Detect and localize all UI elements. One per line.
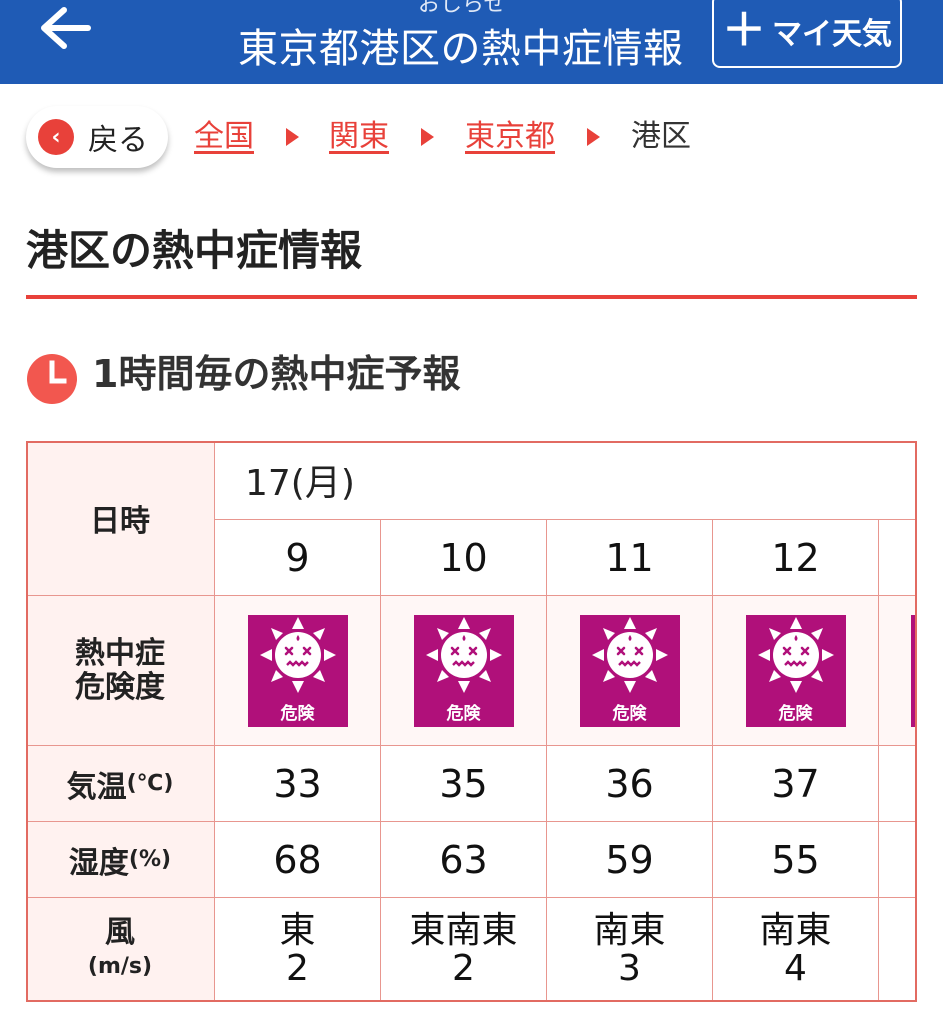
date-cell: 17(月) bbox=[215, 441, 917, 520]
plus-icon: ＋ bbox=[722, 5, 766, 56]
chevron-left-icon: ‹ bbox=[38, 119, 74, 155]
clock-icon bbox=[27, 354, 77, 404]
section-title: 1時間毎の熱中症予報 bbox=[92, 352, 461, 396]
sweating-sun-icon bbox=[259, 616, 336, 693]
row-header-humidity: 湿度 (%) bbox=[26, 822, 215, 898]
risk-cell: 危険 bbox=[713, 596, 879, 746]
back-button[interactable]: ‹ 戻る bbox=[26, 106, 168, 168]
hour-cell: 9 bbox=[215, 520, 381, 596]
hour-cell: 12 bbox=[713, 520, 879, 596]
sweating-sun-icon bbox=[425, 616, 502, 693]
breadcrumb-item-current: 港区 bbox=[631, 119, 691, 154]
breadcrumb-separator-icon bbox=[286, 128, 299, 146]
risk-danger-icon: 危険 bbox=[413, 614, 514, 727]
humidity-cell: 59 bbox=[547, 822, 713, 898]
row-header-risk: 熱中症 危険度 bbox=[26, 596, 215, 746]
header-title: 東京都港区の熱中症情報 bbox=[238, 26, 684, 72]
page-title: 港区の熱中症情報 bbox=[26, 226, 363, 275]
sweating-sun-icon bbox=[757, 616, 834, 693]
hour-cell: 11 bbox=[547, 520, 713, 596]
my-weather-label: マイ天気 bbox=[772, 17, 892, 52]
wind-cell-partial bbox=[879, 898, 917, 1002]
forecast-table[interactable]: 日時 17(月) 9 10 11 12 熱中症 危険度 危険 危険 危険 危険 … bbox=[26, 441, 917, 1002]
wind-cell: 東南東 2 bbox=[381, 898, 547, 1002]
row-header-wind: 風 (m/s) bbox=[26, 898, 215, 1002]
row-header-datetime: 日時 bbox=[26, 441, 215, 596]
title-divider bbox=[26, 295, 917, 299]
sweating-sun-icon bbox=[591, 616, 668, 693]
my-weather-button[interactable]: ＋ マイ天気 bbox=[712, 0, 902, 68]
back-button-label: 戻る bbox=[88, 123, 148, 158]
temperature-cell: 33 bbox=[215, 746, 381, 822]
breadcrumb-separator-icon bbox=[421, 128, 434, 146]
risk-cell: 危険 bbox=[381, 596, 547, 746]
risk-cell: 危険 bbox=[215, 596, 381, 746]
risk-cell-partial bbox=[879, 596, 917, 746]
breadcrumb-item-national[interactable]: 全国 bbox=[194, 118, 254, 156]
risk-danger-icon: 危険 bbox=[579, 614, 680, 727]
hour-cell-partial bbox=[879, 520, 917, 596]
temperature-cell: 37 bbox=[713, 746, 879, 822]
risk-danger-icon-partial bbox=[911, 614, 917, 727]
breadcrumb-item-kanto[interactable]: 関東 bbox=[329, 118, 389, 156]
wind-cell: 東 2 bbox=[215, 898, 381, 1002]
row-header-temperature: 気温 (℃) bbox=[26, 746, 215, 822]
humidity-cell-partial bbox=[879, 822, 917, 898]
humidity-cell: 63 bbox=[381, 822, 547, 898]
temperature-cell-partial bbox=[879, 746, 917, 822]
temperature-cell: 36 bbox=[547, 746, 713, 822]
humidity-cell: 68 bbox=[215, 822, 381, 898]
risk-danger-icon: 危険 bbox=[745, 614, 846, 727]
app-header: おしらせ 東京都港区の熱中症情報 ＋ マイ天気 bbox=[0, 0, 943, 84]
risk-cell: 危険 bbox=[547, 596, 713, 746]
temperature-cell: 35 bbox=[381, 746, 547, 822]
hour-cell: 10 bbox=[381, 520, 547, 596]
wind-cell: 南東 3 bbox=[547, 898, 713, 1002]
breadcrumb-item-tokyo[interactable]: 東京都 bbox=[465, 118, 555, 156]
humidity-cell: 55 bbox=[713, 822, 879, 898]
risk-danger-icon: 危険 bbox=[247, 614, 348, 727]
wind-cell: 南東 4 bbox=[713, 898, 879, 1002]
breadcrumb-separator-icon bbox=[587, 128, 600, 146]
